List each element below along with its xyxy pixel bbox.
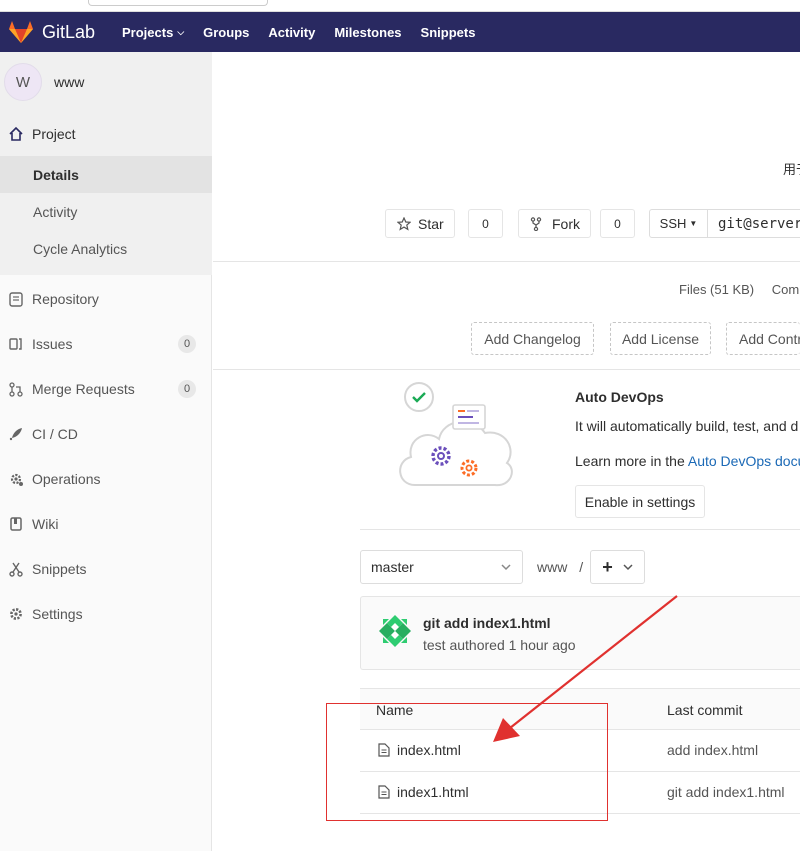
annotation-highlight-box (326, 703, 608, 821)
auto-devops-learn-more: Learn more in the Auto DevOps docu (575, 453, 800, 469)
add-file-dropdown[interactable]: + (590, 550, 645, 584)
merge-request-icon (8, 381, 24, 397)
sidebar-item-project[interactable]: Project (0, 112, 212, 156)
sidebar-item-operations-label: Operations (32, 471, 101, 487)
sidebar-subitem-activity[interactable]: Activity (0, 193, 212, 230)
book-icon (8, 516, 24, 532)
files-stat[interactable]: Files (51 KB) (679, 282, 754, 297)
fork-button[interactable]: Fork (518, 209, 591, 238)
sidebar-item-wiki-label: Wiki (32, 516, 59, 532)
nav-milestones[interactable]: Milestones (334, 25, 401, 40)
last-commit-panel: git add index1.html test authored 1 hour… (360, 596, 800, 670)
sidebar-item-repository-label: Repository (32, 291, 99, 307)
gear-icon (8, 606, 24, 622)
chevron-down-icon (623, 564, 633, 571)
sidebar-subitem-cycle-analytics[interactable]: Cycle Analytics (0, 230, 212, 267)
star-icon (397, 216, 411, 231)
path-breadcrumb: www / (537, 559, 583, 575)
project-description: 用于 (783, 162, 800, 177)
fork-icon (530, 216, 542, 231)
sidebar-item-merge-requests-label: Merge Requests (32, 381, 135, 397)
learn-more-prefix: Learn more in the (575, 453, 688, 469)
auto-devops-title: Auto DevOps (575, 389, 664, 405)
sidebar-item-issues[interactable]: Issues 0 (0, 324, 212, 364)
star-button[interactable]: Star (385, 209, 455, 238)
sidebar-item-wiki[interactable]: Wiki (0, 504, 212, 544)
sidebar-group-project: Project Details Activity Cycle Analytics (0, 112, 212, 275)
divider (213, 369, 800, 370)
rocket-icon (8, 426, 24, 442)
divider (360, 529, 800, 530)
enable-in-settings-button[interactable]: Enable in settings (575, 485, 705, 518)
merge-requests-count-badge: 0 (178, 380, 196, 398)
chevron-down-icon: ⌵ (177, 26, 185, 37)
nav-links: Projects ⌵ Groups Activity Milestones Sni… (122, 25, 494, 40)
clone-protocol-select[interactable]: SSH ▼ (650, 210, 708, 237)
sidebar-item-project-label: Project (32, 126, 76, 142)
clone-url-input[interactable]: git@server (708, 216, 800, 232)
add-changelog-button[interactable]: Add Changelog (471, 322, 594, 355)
sidebar-item-operations[interactable]: Operations (0, 459, 212, 499)
operations-icon (8, 471, 24, 487)
fork-count[interactable]: 0 (600, 209, 635, 238)
issues-icon (8, 336, 24, 352)
add-license-button[interactable]: Add License (610, 322, 711, 355)
sidebar-subitem-details[interactable]: Details (0, 156, 212, 193)
branch-name: master (371, 559, 414, 575)
sidebar: W www Project Details Activity Cycle Ana… (0, 52, 212, 851)
address-bar-fragment (88, 0, 268, 6)
home-icon (9, 126, 23, 141)
nav-activity[interactable]: Activity (268, 25, 315, 40)
nav-projects-label: Projects (122, 24, 174, 40)
nav-groups[interactable]: Groups (203, 25, 249, 40)
breadcrumb-separator: / (579, 559, 584, 575)
auto-devops-docs-link[interactable]: Auto DevOps docu (688, 453, 800, 469)
sidebar-item-ci-cd-label: CI / CD (32, 426, 78, 442)
gitlab-tanuki-icon (9, 21, 33, 43)
sidebar-item-issues-label: Issues (32, 336, 73, 352)
chevron-down-icon (501, 564, 511, 571)
commits-stat[interactable]: Comm (772, 282, 800, 297)
file-last-commit[interactable]: git add index1.html (667, 784, 785, 800)
breadcrumb-root[interactable]: www (537, 559, 567, 575)
sidebar-project-name: www (54, 74, 85, 90)
sidebar-project-header[interactable]: W www (0, 52, 212, 112)
branch-select[interactable]: master (360, 550, 523, 584)
sidebar-item-settings[interactable]: Settings (0, 594, 212, 634)
commit-message[interactable]: git add index1.html (423, 615, 551, 631)
divider (213, 261, 800, 262)
sidebar-item-repository[interactable]: Repository (0, 279, 212, 319)
sidebar-item-settings-label: Settings (32, 606, 83, 622)
nav-snippets[interactable]: Snippets (421, 25, 476, 40)
star-count[interactable]: 0 (468, 209, 503, 238)
sidebar-item-ci-cd[interactable]: CI / CD (0, 414, 212, 454)
repository-icon (8, 291, 24, 307)
star-label: Star (418, 215, 444, 232)
auto-devops-text: It will automatically build, test, and d (575, 418, 799, 434)
clone-url-group: SSH ▼ git@server (649, 209, 800, 238)
sidebar-item-merge-requests[interactable]: Merge Requests 0 (0, 369, 212, 409)
sidebar-item-snippets[interactable]: Snippets (0, 549, 212, 589)
plus-icon: + (602, 556, 613, 577)
auto-devops-illustration (399, 382, 513, 487)
nav-projects[interactable]: Projects ⌵ (122, 25, 184, 40)
issues-count-badge: 0 (178, 335, 196, 353)
scissors-icon (8, 561, 24, 577)
column-last-commit: Last commit (667, 702, 743, 718)
fork-label: Fork (552, 215, 580, 232)
file-last-commit[interactable]: add index.html (667, 742, 758, 758)
project-avatar: W (4, 63, 42, 101)
sidebar-item-snippets-label: Snippets (32, 561, 87, 577)
add-contributing-button[interactable]: Add Contri (726, 322, 800, 355)
gitlab-logo-text: GitLab (42, 21, 96, 42)
commit-meta: test authored 1 hour ago (423, 637, 576, 653)
caret-down-icon: ▼ (689, 219, 698, 228)
repo-stats: Files (51 KB) Comm (679, 282, 800, 297)
gitlab-logo[interactable]: GitLab (8, 20, 118, 44)
top-navbar: GitLab Projects ⌵ Groups Activity Milesto… (0, 12, 800, 52)
browser-chrome-edge (0, 0, 800, 12)
commit-author-identicon (379, 615, 411, 647)
clone-protocol-label: SSH (659, 216, 687, 231)
